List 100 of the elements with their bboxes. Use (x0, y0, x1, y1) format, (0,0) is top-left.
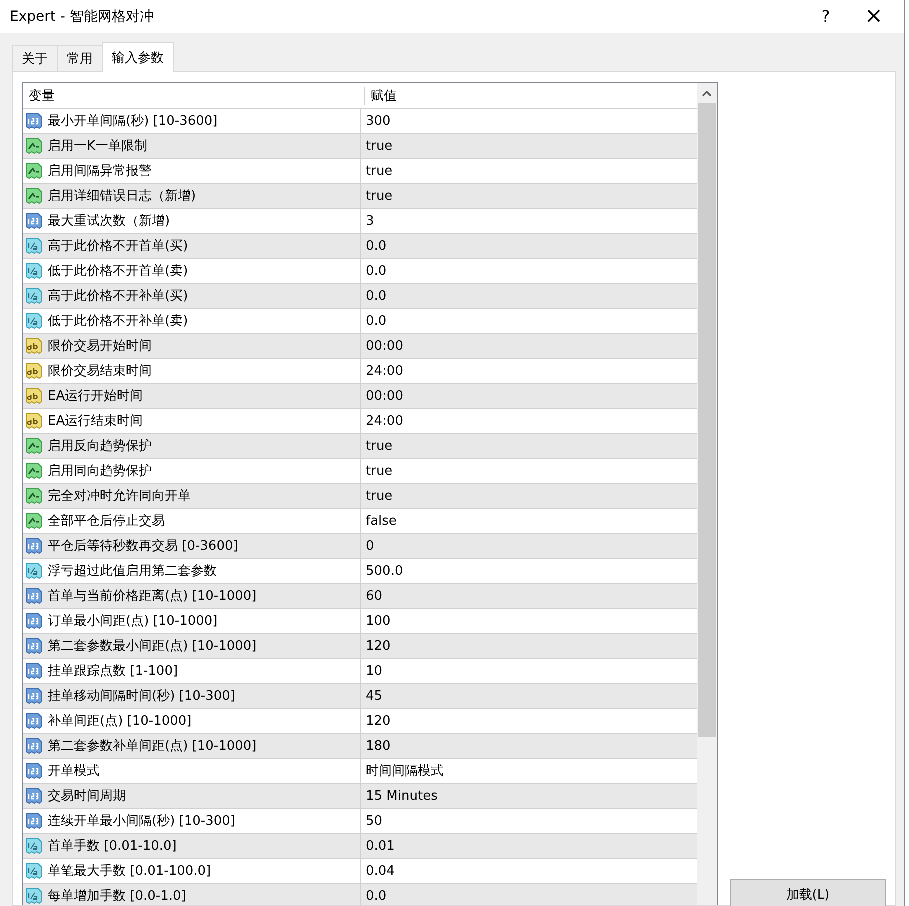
parameter-value[interactable]: true (361, 459, 697, 483)
parameter-name: 全部平仓后停止交易 (48, 513, 165, 530)
parameter-name: 高于此价格不开补单(买) (48, 288, 188, 305)
parameter-name: 低于此价格不开首单(卖) (48, 263, 188, 280)
double-type-icon (25, 237, 43, 255)
parameter-value[interactable]: true (361, 184, 697, 208)
tab[interactable]: 输入参数 (102, 42, 174, 72)
parameter-value[interactable]: true (361, 434, 697, 458)
bool-type-icon (25, 437, 43, 455)
parameter-name: 平仓后等待秒数再交易 [0-3600] (48, 538, 238, 555)
int-type-icon (25, 787, 43, 805)
parameter-value[interactable]: 0.0 (361, 259, 697, 283)
int-type-icon (25, 587, 43, 605)
parameter-name: 限价交易开始时间 (48, 338, 152, 355)
parameter-value[interactable]: 0 (361, 534, 697, 558)
parameter-name: 启用同向趋势保护 (48, 463, 152, 480)
parameter-value[interactable]: 60 (361, 584, 697, 608)
int-type-icon (25, 762, 43, 780)
double-type-icon (25, 562, 43, 580)
parameter-name: 限价交易结束时间 (48, 363, 152, 380)
parameter-name: 完全对冲时允许同向开单 (48, 488, 191, 505)
parameter-value[interactable]: 时间间隔模式 (361, 759, 697, 783)
parameter-value[interactable]: 24:00 (361, 409, 697, 433)
parameter-value[interactable]: 120 (361, 709, 697, 733)
string-type-icon (25, 387, 43, 405)
parameter-value[interactable]: 500.0 (361, 559, 697, 583)
parameter-name: 第二套参数补单间距(点) [10-1000] (48, 738, 257, 755)
parameter-name: 低于此价格不开补单(卖) (48, 313, 188, 330)
parameter-name: 启用间隔异常报警 (48, 163, 152, 180)
parameter-name: 高于此价格不开首单(买) (48, 238, 188, 255)
int-type-icon (25, 662, 43, 680)
int-type-icon (25, 712, 43, 730)
parameter-value[interactable]: 3 (361, 209, 697, 233)
parameter-value[interactable]: 0.0 (361, 884, 697, 905)
int-type-icon (25, 537, 43, 555)
column-header: 变量 (23, 86, 365, 104)
parameter-name: 最大重试次数（新增) (48, 213, 170, 230)
parameter-name: 第二套参数最小间距(点) [10-1000] (48, 638, 257, 655)
parameter-value[interactable]: 24:00 (361, 359, 697, 383)
parameter-value[interactable]: 00:00 (361, 334, 697, 358)
int-type-icon (25, 687, 43, 705)
string-type-icon (25, 362, 43, 380)
double-type-icon (25, 862, 43, 880)
parameter-value[interactable]: 0.04 (361, 859, 697, 883)
parameter-name: 首单手数 [0.01-10.0] (48, 838, 177, 855)
bool-type-icon (25, 162, 43, 180)
parameter-name: EA运行结束时间 (48, 413, 144, 430)
parameter-value[interactable]: 0.0 (361, 284, 697, 308)
parameter-name: 开单模式 (48, 763, 100, 780)
parameter-name: 交易时间周期 (48, 788, 126, 805)
string-type-icon (25, 412, 43, 430)
double-type-icon (25, 262, 43, 280)
parameter-name: 启用一K一单限制 (48, 138, 148, 155)
parameter-name: 最小开单间隔(秒) [10-3600] (48, 113, 218, 130)
double-type-icon (25, 837, 43, 855)
parameter-value[interactable]: 100 (361, 609, 697, 633)
parameter-value[interactable]: 15 Minutes (361, 784, 697, 808)
parameter-value[interactable]: 300 (361, 109, 697, 133)
column-header: 赋值 (370, 88, 398, 104)
bool-type-icon (25, 137, 43, 155)
parameter-name: 每单增加手数 [0.0-1.0] (48, 888, 186, 905)
parameter-value[interactable]: false (361, 509, 697, 533)
bool-type-icon (25, 462, 43, 480)
string-type-icon (25, 337, 43, 355)
double-type-icon (25, 287, 43, 305)
parameter-name: 补单间距(点) [10-1000] (48, 713, 192, 730)
scroll-up-icon[interactable] (702, 91, 712, 97)
int-type-icon (25, 637, 43, 655)
parameter-name: 单笔最大手数 [0.01-100.0] (48, 863, 212, 880)
parameter-value[interactable]: 0.01 (361, 834, 697, 858)
int-type-icon (25, 812, 43, 830)
int-type-icon (25, 612, 43, 630)
bool-type-icon (25, 187, 43, 205)
parameter-name: 挂单跟踪点数 [1-100] (48, 663, 178, 680)
close-button[interactable]: × (850, 4, 898, 29)
parameter-value[interactable]: 0.0 (361, 234, 697, 258)
int-type-icon (25, 212, 43, 230)
parameter-name: 启用反向趋势保护 (48, 438, 152, 455)
window-title: Expert - 智能网格对冲 (10, 8, 155, 26)
parameter-value[interactable]: 120 (361, 634, 697, 658)
parameter-value[interactable]: true (361, 484, 697, 508)
parameter-value[interactable]: 45 (361, 684, 697, 708)
parameter-value[interactable]: 00:00 (361, 384, 697, 408)
parameter-value[interactable]: true (361, 134, 697, 158)
parameter-value[interactable]: 180 (361, 734, 697, 758)
parameter-name: 启用详细错误日志（新增) (48, 188, 196, 205)
parameter-name: 连续开单最小间隔(秒) [10-300] (48, 813, 236, 830)
scroll-thumb[interactable] (698, 103, 716, 737)
parameter-value[interactable]: 10 (361, 659, 697, 683)
scrollbar[interactable] (697, 83, 717, 905)
parameter-value[interactable]: 50 (361, 809, 697, 833)
parameter-name: 首单与当前价格距离(点) [10-1000] (48, 588, 257, 605)
parameter-name: 浮亏超过此值启用第二套参数 (48, 563, 217, 580)
load-button[interactable]: 加载(L) (730, 879, 886, 906)
parameter-value[interactable]: 0.0 (361, 309, 697, 333)
tab[interactable]: 关于 (12, 45, 58, 71)
double-type-icon (25, 312, 43, 330)
parameter-value[interactable]: true (361, 159, 697, 183)
double-type-icon (25, 887, 43, 905)
help-button[interactable]: ? (802, 7, 850, 26)
